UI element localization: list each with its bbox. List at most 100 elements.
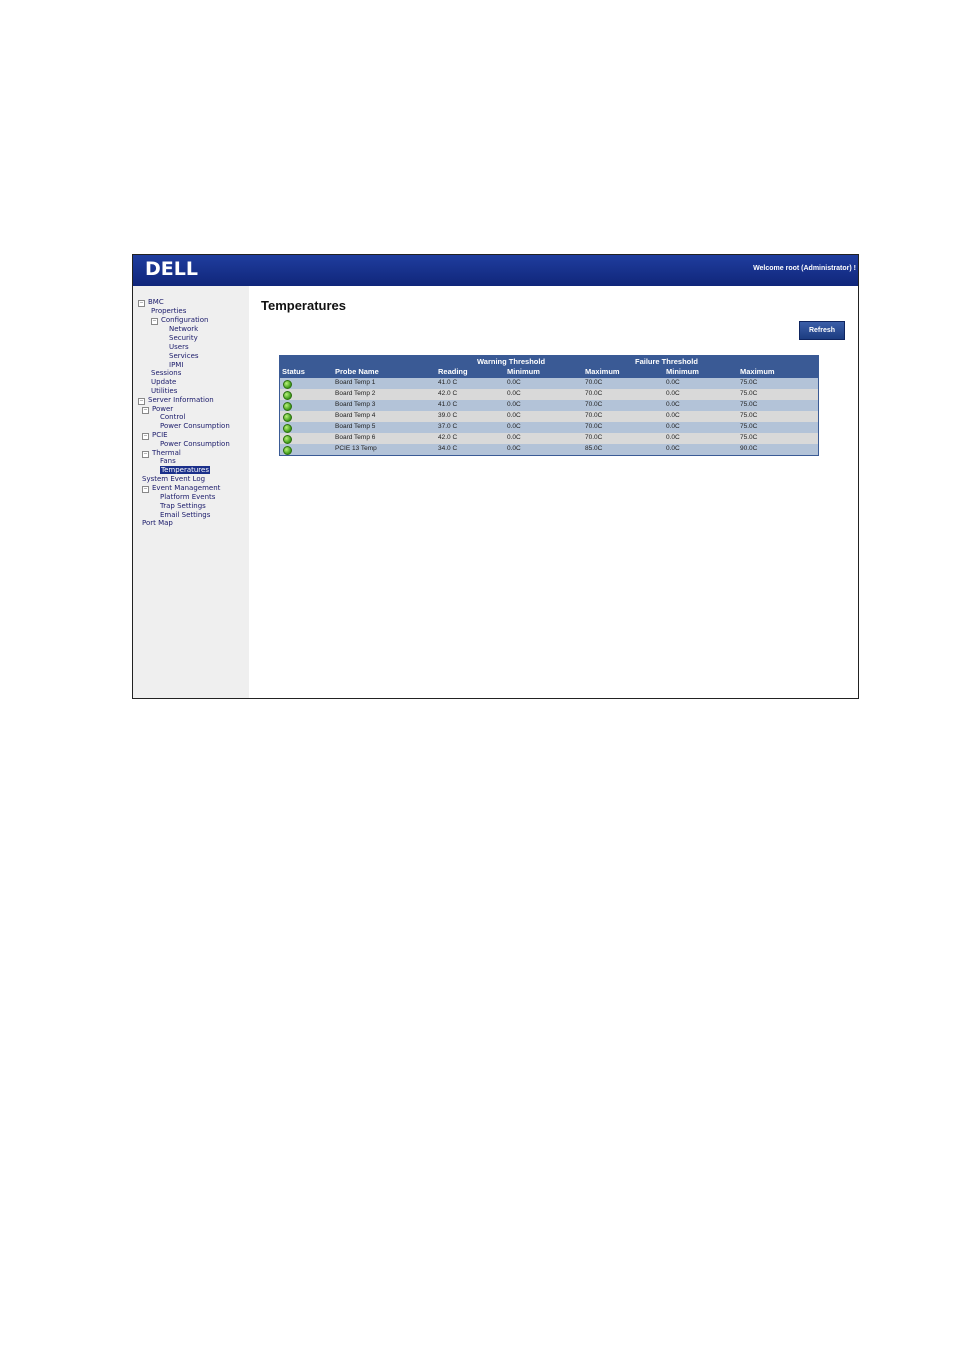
cell-probe-name: Board Temp 4 xyxy=(335,412,376,419)
sidebar-item[interactable]: − Event Management xyxy=(142,484,220,493)
cell-probe-name: Board Temp 5 xyxy=(335,423,376,430)
top-banner: DELL Welcome root (Administrator) ! xyxy=(133,255,858,286)
cell-probe-name: PCIE 13 Temp xyxy=(335,445,377,452)
collapse-toggle-icon[interactable]: − xyxy=(142,433,149,440)
collapse-toggle-icon[interactable]: − xyxy=(142,451,149,458)
sidebar-item[interactable]: Temperatures xyxy=(160,466,210,474)
sidebar-item[interactable]: Platform Events xyxy=(160,493,215,501)
welcome-message: Welcome root (Administrator) ! xyxy=(753,265,856,272)
sidebar-item-label: Power Consumption xyxy=(160,440,230,448)
sidebar-item[interactable]: − Configuration xyxy=(151,316,208,325)
table-row: Board Temp 6 42.0 C 0.0C 70.0C 0.0C 75.0C xyxy=(280,433,818,444)
table-body: Board Temp 1 41.0 C 0.0C 70.0C 0.0C 75.0C Boar… xyxy=(280,378,818,455)
sidebar-item[interactable]: Users xyxy=(169,343,189,351)
sidebar-item-label: Security xyxy=(169,334,198,342)
sidebar-item[interactable]: Update xyxy=(151,378,176,386)
cell-probe-name: Board Temp 3 xyxy=(335,401,376,408)
sidebar-item-label: Fans xyxy=(160,457,176,465)
page-title: Temperatures xyxy=(261,298,347,313)
failure-threshold-header: Failure Threshold xyxy=(635,357,698,366)
sidebar-item-label: Utilities xyxy=(151,387,178,395)
cell-failure-minimum: 0.0C xyxy=(666,434,680,441)
cell-failure-minimum: 0.0C xyxy=(666,390,680,397)
cell-warning-maximum: 70.0C xyxy=(585,390,603,397)
sidebar-item-label: Port Map xyxy=(142,519,173,527)
navigation-tree: − BMC Properties − Configuration Network Secur… xyxy=(133,286,249,698)
sidebar-item[interactable]: System Event Log xyxy=(142,475,205,483)
table-row: Board Temp 2 42.0 C 0.0C 70.0C 0.0C 75.0C xyxy=(280,389,818,400)
sidebar-item[interactable]: Utilities xyxy=(151,387,177,395)
sidebar-item-label: Control xyxy=(160,413,186,421)
table-row: Board Temp 5 37.0 C 0.0C 70.0C 0.0C 75.0C xyxy=(280,422,818,433)
app-window: DELL Welcome root (Administrator) ! − BMC… xyxy=(132,254,859,699)
sidebar-item-label: Trap Settings xyxy=(160,502,206,510)
dell-logo: DELL xyxy=(145,258,198,280)
table-row: Board Temp 1 41.0 C 0.0C 70.0C 0.0C 75.0C xyxy=(280,378,818,389)
collapse-toggle-icon[interactable]: − xyxy=(142,486,149,493)
sidebar-item[interactable]: Sessions xyxy=(151,369,181,377)
cell-warning-minimum: 0.0C xyxy=(507,423,521,430)
col-status: Status xyxy=(282,367,305,376)
cell-reading: 41.0 C xyxy=(438,379,458,386)
temperatures-table: Warning Threshold Failure Threshold Stat… xyxy=(279,355,819,456)
cell-warning-maximum: 70.0C xyxy=(585,379,603,386)
sidebar-item[interactable]: Power Consumption xyxy=(160,440,230,448)
cell-failure-maximum: 75.0C xyxy=(740,379,758,386)
sidebar-item[interactable]: − Server Information xyxy=(138,396,214,405)
collapse-toggle-icon[interactable]: − xyxy=(151,318,158,325)
warning-threshold-header: Warning Threshold xyxy=(477,357,546,366)
sidebar-item-label: Configuration xyxy=(161,316,209,324)
cell-reading: 42.0 C xyxy=(438,434,458,441)
cell-failure-maximum: 75.0C xyxy=(740,390,758,397)
sidebar-item-label: Thermal xyxy=(152,449,181,457)
cell-failure-minimum: 0.0C xyxy=(666,401,680,408)
cell-failure-minimum: 0.0C xyxy=(666,423,680,430)
sidebar-item[interactable]: Services xyxy=(169,352,199,360)
sidebar-item-label: Sessions xyxy=(151,369,182,377)
sidebar-item[interactable]: − BMC xyxy=(138,298,164,307)
cell-warning-maximum: 70.0C xyxy=(585,434,603,441)
sidebar-item[interactable]: − PCIE xyxy=(142,431,168,440)
collapse-toggle-icon[interactable]: − xyxy=(138,300,145,307)
main-content: Temperatures Refresh Warning Threshold F… xyxy=(249,286,858,698)
sidebar-item[interactable]: Port Map xyxy=(142,519,173,527)
table-header: Warning Threshold Failure Threshold Stat… xyxy=(280,356,818,378)
sidebar-item-label: Email Settings xyxy=(160,511,211,519)
col-failure-minimum: Minimum xyxy=(666,367,699,376)
collapse-toggle-icon[interactable]: − xyxy=(142,407,149,414)
col-warning-maximum: Maximum xyxy=(585,367,620,376)
col-warning-minimum: Minimum xyxy=(507,367,540,376)
status-ok-icon xyxy=(283,435,292,444)
status-ok-icon xyxy=(283,424,292,433)
refresh-button[interactable]: Refresh xyxy=(799,321,845,340)
cell-warning-maximum: 70.0C xyxy=(585,401,603,408)
sidebar-item[interactable]: IPMI xyxy=(169,361,183,369)
sidebar-item[interactable]: Control xyxy=(160,413,185,421)
cell-warning-minimum: 0.0C xyxy=(507,379,521,386)
sidebar-item-label: Event Management xyxy=(152,484,221,492)
sidebar-item[interactable]: Email Settings xyxy=(160,511,210,519)
cell-reading: 37.0 C xyxy=(438,423,458,430)
sidebar-item-label: Power xyxy=(152,405,174,413)
sidebar-item[interactable]: Power Consumption xyxy=(160,422,230,430)
sidebar-item-label: Update xyxy=(151,378,177,386)
status-ok-icon xyxy=(283,380,292,389)
sidebar-item-label: Platform Events xyxy=(160,493,216,501)
cell-probe-name: Board Temp 1 xyxy=(335,379,376,386)
cell-warning-minimum: 0.0C xyxy=(507,434,521,441)
table-row: Board Temp 4 39.0 C 0.0C 70.0C 0.0C 75.0C xyxy=(280,411,818,422)
sidebar-item[interactable]: Security xyxy=(169,334,198,342)
sidebar-item[interactable]: Properties xyxy=(151,307,186,315)
cell-failure-maximum: 75.0C xyxy=(740,412,758,419)
sidebar-item[interactable]: Trap Settings xyxy=(160,502,206,510)
sidebar-item-label: Server Information xyxy=(148,396,214,404)
sidebar-item-label: IPMI xyxy=(169,361,184,369)
status-ok-icon xyxy=(283,402,292,411)
collapse-toggle-icon[interactable]: − xyxy=(138,398,145,405)
cell-warning-minimum: 0.0C xyxy=(507,390,521,397)
sidebar-item[interactable]: Fans xyxy=(160,457,176,465)
status-ok-icon xyxy=(283,391,292,400)
cell-failure-maximum: 75.0C xyxy=(740,434,758,441)
sidebar-item[interactable]: Network xyxy=(169,325,198,333)
cell-warning-maximum: 70.0C xyxy=(585,412,603,419)
